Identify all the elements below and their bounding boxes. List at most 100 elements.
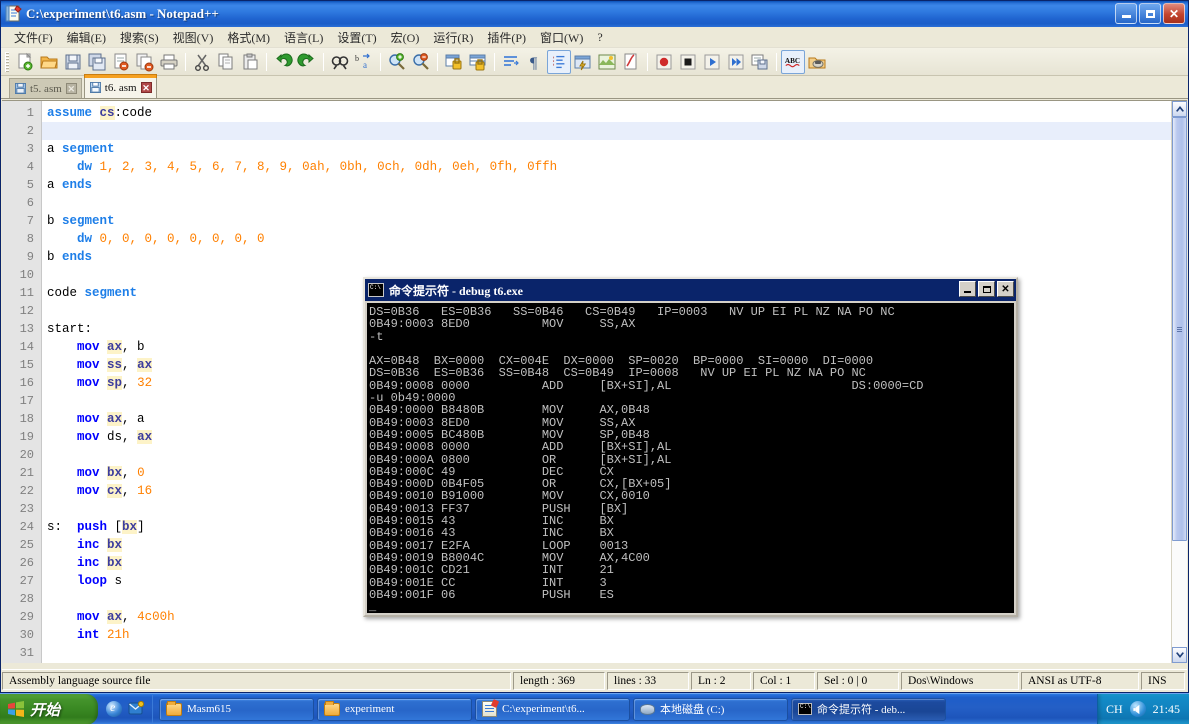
- replace-icon[interactable]: ba: [352, 50, 376, 74]
- zoom-out-icon[interactable]: [409, 50, 433, 74]
- tab-close-icon[interactable]: ✕: [65, 83, 77, 94]
- function-list-icon[interactable]: [619, 50, 643, 74]
- scroll-down-arrow[interactable]: [1172, 647, 1187, 663]
- menu-item-format[interactable]: 格式(M): [220, 28, 277, 47]
- command-prompt-icon: [368, 283, 384, 297]
- code-token: , a: [122, 412, 145, 426]
- new-file-icon[interactable]: [13, 50, 37, 74]
- console-output[interactable]: DS=0B36 ES=0B36 SS=0B46 CS=0B49 IP=0003 …: [367, 303, 1014, 613]
- status-lines: lines : 33: [607, 671, 689, 690]
- undo-icon[interactable]: [271, 50, 295, 74]
- user-defined-dialog-icon[interactable]: [571, 50, 595, 74]
- code-token: s:: [47, 520, 78, 534]
- taskbar-clock[interactable]: 21:45: [1153, 702, 1180, 717]
- save-macro-icon[interactable]: [748, 50, 772, 74]
- scrollbar-thumb[interactable]: [1172, 117, 1187, 541]
- menu-item-settings[interactable]: 设置(T): [330, 28, 383, 47]
- menu-item-language[interactable]: 语言(L): [277, 28, 330, 47]
- minimize-button[interactable]: [1115, 3, 1137, 24]
- screen: C:\experiment\t6.asm - Notepad++ ✕ 文件(F)…: [0, 0, 1189, 724]
- scroll-up-arrow[interactable]: [1172, 101, 1187, 117]
- menu-item-file[interactable]: 文件(F): [7, 28, 60, 47]
- find-icon[interactable]: [328, 50, 352, 74]
- menu-item-plugins[interactable]: 插件(P): [480, 28, 533, 47]
- console-line: 0B49:0008 0000 ADD [BX+SI],AL DS:0000=CD: [369, 378, 924, 393]
- menu-item-edit[interactable]: 编辑(E): [60, 28, 113, 47]
- taskbar-task-label: Masm615: [187, 703, 231, 715]
- console-maximize-button[interactable]: [978, 281, 995, 297]
- taskbar-task[interactable]: Masm615: [159, 697, 314, 721]
- status-insert-mode: INS: [1141, 671, 1185, 690]
- menu-item-macro[interactable]: 宏(O): [384, 28, 427, 47]
- save-icon[interactable]: [61, 50, 85, 74]
- run-macro-multiple-icon[interactable]: [724, 50, 748, 74]
- close-all-icon[interactable]: [133, 50, 157, 74]
- close-file-icon[interactable]: [109, 50, 133, 74]
- code-token: int: [77, 628, 108, 642]
- show-all-chars-icon[interactable]: ¶: [523, 50, 547, 74]
- line-number: 9: [26, 250, 34, 264]
- npp-title-bar[interactable]: C:\experiment\t6.asm - Notepad++ ✕: [1, 1, 1188, 27]
- zoom-in-icon[interactable]: [385, 50, 409, 74]
- save-blue-icon: [15, 83, 26, 94]
- console-close-button[interactable]: ✕: [997, 281, 1014, 297]
- indent-guide-icon[interactable]: [547, 49, 571, 74]
- show-doc-map-icon[interactable]: [595, 50, 619, 74]
- taskbar-task[interactable]: experiment: [317, 697, 472, 721]
- copy-icon[interactable]: [214, 50, 238, 74]
- line-number: 21: [19, 466, 34, 480]
- menu-item-help[interactable]: ?: [590, 29, 609, 46]
- menu-item-window[interactable]: 窗口(W): [533, 28, 590, 47]
- scrollbar-track[interactable]: [1172, 117, 1187, 647]
- run-program-icon[interactable]: [805, 50, 829, 74]
- folder-icon: [324, 700, 340, 716]
- menu-bar: 文件(F) 编辑(E) 搜索(S) 视图(V) 格式(M) 语言(L) 设置(T…: [1, 27, 1188, 48]
- toolbar-grip[interactable]: [5, 51, 9, 72]
- menu-item-view[interactable]: 视图(V): [166, 28, 221, 47]
- command-prompt-window: 命令提示符 - debug t6.exe ✕ DS=0B36 ES=0B36 S…: [363, 277, 1018, 617]
- tab-t6-asm[interactable]: t6. asm ✕: [83, 74, 157, 98]
- paste-icon[interactable]: [238, 50, 262, 74]
- menu-item-search[interactable]: 搜索(S): [113, 28, 166, 47]
- taskbar-task[interactable]: 命令提示符 - deb...: [791, 697, 946, 721]
- taskbar-task[interactable]: C:\experiment\t6...: [475, 697, 630, 721]
- save-all-icon[interactable]: [85, 50, 109, 74]
- folder-icon: [166, 700, 182, 716]
- print-icon[interactable]: [157, 50, 181, 74]
- code-token: cs: [99, 106, 115, 120]
- stop-record-icon[interactable]: [676, 50, 700, 74]
- menu-item-run[interactable]: 运行(R): [426, 28, 480, 47]
- open-file-icon[interactable]: [37, 50, 61, 74]
- code-line: assume cs:code: [47, 104, 1171, 122]
- line-number: 18: [19, 412, 34, 426]
- outlook-express-icon[interactable]: [128, 700, 145, 717]
- editor-vertical-scrollbar[interactable]: [1171, 101, 1187, 663]
- line-number: 31: [19, 646, 34, 660]
- close-button[interactable]: ✕: [1163, 3, 1185, 24]
- redo-icon[interactable]: [295, 50, 319, 74]
- spell-check-icon[interactable]: ABC: [781, 49, 805, 74]
- internet-explorer-icon[interactable]: [106, 700, 122, 717]
- word-wrap-icon[interactable]: [499, 50, 523, 74]
- console-minimize-button[interactable]: [959, 281, 976, 297]
- status-column: Col : 1: [753, 671, 815, 690]
- tab-close-icon[interactable]: ✕: [140, 82, 152, 93]
- maximize-button[interactable]: [1139, 3, 1161, 24]
- ime-indicator[interactable]: CH: [1106, 702, 1123, 717]
- record-macro-icon[interactable]: [652, 50, 676, 74]
- sync-vertical-icon[interactable]: [442, 50, 466, 74]
- line-number: 16: [19, 376, 34, 390]
- speaker-icon[interactable]: [1129, 701, 1146, 717]
- start-button[interactable]: 开始: [0, 693, 98, 724]
- cut-icon[interactable]: [190, 50, 214, 74]
- sync-horizontal-icon[interactable]: [466, 50, 490, 74]
- play-macro-icon[interactable]: [700, 50, 724, 74]
- code-line: b ends: [47, 248, 1171, 266]
- console-title-bar[interactable]: 命令提示符 - debug t6.exe ✕: [365, 279, 1016, 301]
- taskbar-task[interactable]: 本地磁盘 (C:): [633, 697, 788, 721]
- code-token: ,: [122, 376, 138, 390]
- tab-t5-asm[interactable]: t5. asm ✕: [9, 78, 82, 98]
- svg-text:ABC: ABC: [785, 56, 800, 64]
- line-number: 3: [26, 142, 34, 156]
